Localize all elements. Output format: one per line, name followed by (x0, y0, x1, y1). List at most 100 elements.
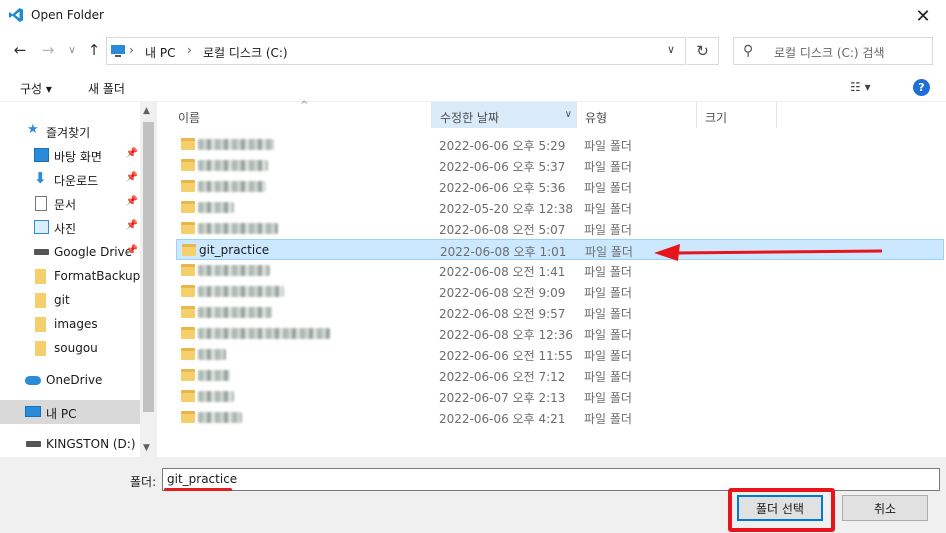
sidebar-item-label: Google Drive (54, 245, 133, 259)
forward-arrow-icon[interactable]: → (38, 40, 58, 60)
usb-drive-icon (26, 441, 41, 447)
table-row[interactable]: 2022-06-08 오전 9:09 파일 폴더 (176, 281, 944, 302)
sidebar-item-label: FormatBackup (54, 269, 141, 283)
search-box[interactable]: ⚲ 로컬 디스크 (C:) 검색 (733, 37, 933, 65)
folder-icon (181, 348, 195, 360)
pin-icon[interactable]: 📌 (126, 220, 138, 231)
sidebar-item-label: sougou (54, 341, 98, 355)
vscode-icon (9, 8, 23, 22)
pictures-icon (34, 220, 49, 234)
help-icon[interactable]: ? (913, 79, 930, 96)
file-date: 2022-06-06 오전 7:12 (439, 370, 566, 384)
column-header-type[interactable]: 유형 (577, 102, 697, 128)
table-row[interactable]: 2022-06-06 오전 11:55 파일 폴더 (176, 344, 944, 365)
blurred-folder-name (198, 370, 230, 381)
sidebar-item-downloads[interactable]: ⬇ 다운로드 📌 (0, 167, 140, 191)
pin-icon[interactable]: 📌 (126, 196, 138, 207)
pc-icon (111, 45, 125, 57)
sidebar-item-onedrive[interactable]: OneDrive (0, 368, 140, 392)
annotation-arrow-icon (654, 244, 882, 261)
pin-icon[interactable]: 📌 (126, 245, 138, 256)
folder-icon (181, 222, 195, 234)
sidebar-item-desktop[interactable]: 바탕 화면 📌 (0, 143, 140, 167)
sidebar-item-formatbackup[interactable]: FormatBackup (0, 264, 140, 288)
file-date: 2022-05-20 오후 12:38 (439, 202, 574, 216)
table-row[interactable]: 2022-06-07 오후 2:13 파일 폴더 (176, 386, 944, 407)
sidebar-item-label: 문서 (54, 198, 77, 212)
search-placeholder: 로컬 디스크 (C:) 검색 (774, 46, 885, 60)
file-type: 파일 폴더 (584, 139, 632, 153)
table-row[interactable]: 2022-06-08 오전 1:41 파일 폴더 (176, 260, 944, 281)
column-header-name[interactable]: 이름 ^ (170, 100, 432, 128)
table-row[interactable]: 2022-06-06 오후 5:29 파일 폴더 (176, 134, 944, 155)
blurred-folder-name (198, 328, 330, 339)
breadcrumb-local-disk[interactable]: 로컬 디스크 (C:) (203, 44, 288, 61)
file-date: 2022-06-06 오전 11:55 (439, 349, 574, 363)
title-bar: Open Folder ✕ (0, 0, 946, 32)
file-type: 파일 폴더 (584, 286, 632, 300)
address-bar[interactable]: › 내 PC › 로컬 디스크 (C:) ∨ (106, 37, 686, 65)
sidebar-item-pictures[interactable]: 사진 📌 (0, 215, 140, 239)
sidebar-item-documents[interactable]: 문서 📌 (0, 191, 140, 215)
folder-icon (35, 269, 46, 284)
table-row[interactable]: 2022-06-08 오전 9:57 파일 폴더 (176, 302, 944, 323)
sidebar-item-sougou[interactable]: sougou (0, 336, 140, 360)
refresh-icon[interactable]: ↻ (687, 37, 719, 65)
breadcrumb-my-pc[interactable]: 내 PC (145, 44, 175, 61)
sidebar-item-my-pc[interactable]: 내 PC (0, 400, 140, 424)
table-row[interactable]: 2022-06-06 오전 7:12 파일 폴더 (176, 365, 944, 386)
cancel-button[interactable]: 취소 (842, 495, 928, 521)
organize-button[interactable]: 구성 ▾ (20, 80, 52, 97)
pin-icon[interactable]: 📌 (126, 172, 138, 183)
file-list: 이름 ^ 수정한 날짜 ∨ 유형 크기 2022-06-06 오후 5:29 파… (170, 100, 946, 457)
pc-icon (25, 406, 41, 417)
table-row[interactable]: 2022-06-06 오후 4:21 파일 폴더 (176, 407, 944, 428)
drive-icon (34, 249, 49, 255)
window-title: Open Folder (31, 8, 104, 22)
up-arrow-icon[interactable]: ↑ (84, 40, 104, 60)
scroll-down-icon[interactable]: ▼ (143, 443, 150, 453)
column-header-date[interactable]: 수정한 날짜 ∨ (432, 102, 577, 128)
column-header-label: 수정한 날짜 (440, 111, 500, 125)
sort-ascending-icon: ^ (300, 100, 309, 111)
view-options-icon[interactable]: ☷ ▾ (850, 80, 871, 94)
folder-icon (182, 244, 196, 256)
close-icon[interactable]: ✕ (900, 0, 946, 32)
folder-icon (181, 306, 195, 318)
file-type: 파일 폴더 (584, 307, 632, 321)
scroll-up-icon[interactable]: ▲ (143, 106, 150, 116)
address-dropdown-icon[interactable]: ∨ (667, 43, 675, 56)
sidebar-item-google-drive[interactable]: Google Drive 📌 (0, 240, 140, 264)
sidebar-item-images[interactable]: images (0, 312, 140, 336)
column-dropdown-icon[interactable]: ∨ (565, 109, 572, 120)
organize-label: 구성 (20, 82, 43, 96)
table-row[interactable]: 2022-06-08 오전 5:07 파일 폴더 (176, 218, 944, 239)
blurred-folder-name (198, 265, 270, 276)
file-date: 2022-06-08 오전 9:57 (439, 307, 566, 321)
file-type: 파일 폴더 (584, 391, 632, 405)
sidebar-item-quick-access[interactable]: ★ 즐겨찾기 (0, 119, 140, 143)
scrollbar-thumb[interactable] (143, 122, 154, 412)
file-type: 파일 폴더 (584, 349, 632, 363)
recent-locations-chevron-icon[interactable]: ∨ (62, 40, 82, 60)
blurred-folder-name (198, 223, 278, 234)
pin-icon[interactable]: 📌 (126, 148, 138, 159)
sidebar-scrollbar[interactable]: ▲ ▼ (140, 102, 157, 457)
folder-icon (181, 285, 195, 297)
table-row[interactable]: 2022-06-06 오후 5:36 파일 폴더 (176, 176, 944, 197)
back-arrow-icon[interactable]: ← (10, 40, 30, 60)
annotation-underline (164, 488, 232, 491)
new-folder-button[interactable]: 새 폴더 (88, 80, 125, 97)
annotation-highlight-box (728, 488, 835, 532)
file-type: 파일 폴더 (584, 412, 632, 426)
table-row[interactable]: 2022-06-08 오후 12:36 파일 폴더 (176, 323, 944, 344)
column-header-size[interactable]: 크기 (697, 102, 777, 128)
sidebar-item-kingston[interactable]: KINGSTON (D:) (0, 432, 140, 456)
sidebar-item-git[interactable]: git (0, 288, 140, 312)
file-type: 파일 폴더 (584, 223, 632, 237)
star-icon: ★ (27, 122, 39, 137)
file-type: 파일 폴더 (584, 160, 632, 174)
folder-icon (181, 390, 195, 402)
table-row[interactable]: 2022-05-20 오후 12:38 파일 폴더 (176, 197, 944, 218)
table-row[interactable]: 2022-06-06 오후 5:37 파일 폴더 (176, 155, 944, 176)
